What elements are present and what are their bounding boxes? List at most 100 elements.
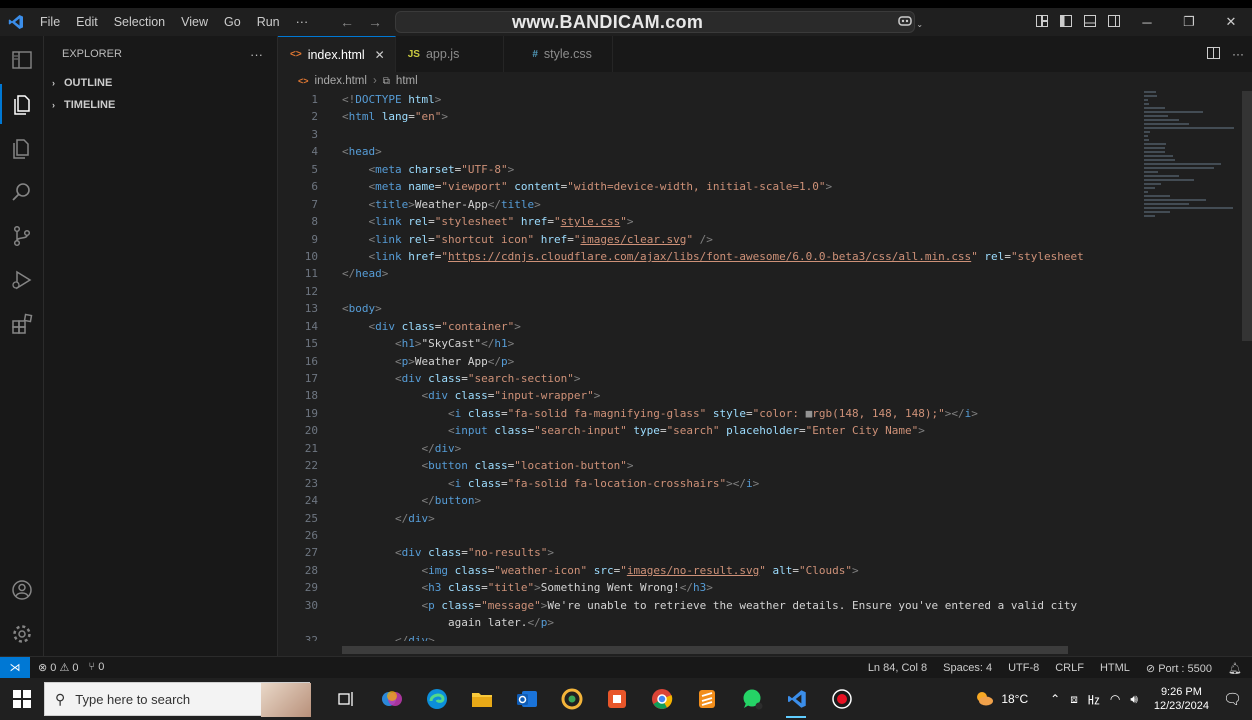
task-view-icon[interactable] xyxy=(324,678,369,720)
back-arrow-icon[interactable]: ← xyxy=(340,14,354,30)
vertical-scrollbar[interactable] xyxy=(1242,91,1252,341)
code-line[interactable]: 22 <button class="location-button"> xyxy=(278,457,1138,474)
end-of-line[interactable]: CRLF xyxy=(1055,662,1084,674)
minimize-icon[interactable]: ─ xyxy=(1126,15,1168,30)
close-tab-icon[interactable]: ✕ xyxy=(375,48,385,62)
outline-section[interactable]: › OUTLINE xyxy=(44,72,277,94)
code-line[interactable]: 13 <body> xyxy=(278,300,1138,317)
whatsapp-icon[interactable] xyxy=(729,678,774,720)
toggle-panel-icon[interactable] xyxy=(1078,14,1102,30)
code-line[interactable]: 15 <h1>"SkyCast"</h1> xyxy=(278,335,1138,352)
customize-layout-icon[interactable] xyxy=(1030,14,1054,30)
code-line[interactable]: 2 <html lang="en"> xyxy=(278,108,1138,125)
volume-icon[interactable]: 🔊︎ xyxy=(1130,692,1138,707)
chevron-up-icon[interactable]: ⌃ xyxy=(1050,692,1060,706)
ports-indicator[interactable]: ⑂ 0 xyxy=(89,661,105,674)
cursor-position[interactable]: Ln 84, Col 8 xyxy=(868,662,927,674)
menu-selection[interactable]: Selection xyxy=(106,8,173,36)
notification-center-icon[interactable]: 🗨︎ xyxy=(1223,690,1242,708)
code-line[interactable]: 17 <div class="search-section"> xyxy=(278,370,1138,387)
code-line[interactable]: 19 <i class="fa-solid fa-magnifying-glas… xyxy=(278,405,1138,422)
sidebar-toggle-icon[interactable] xyxy=(0,40,44,80)
clock[interactable]: 9:26 PM 12/23/2024 xyxy=(1154,685,1209,713)
code-line[interactable]: 23 < i class="fa-solid fa-location-crossh… xyxy=(278,475,1138,492)
wifi-icon[interactable]: ◠ xyxy=(1110,692,1120,706)
code-editor[interactable]: 1 <!DOCTYPE html> 2 <html lang="en"> 3 4 <head… xyxy=(278,91,1138,641)
weather-icon[interactable] xyxy=(973,689,995,710)
code-line[interactable]: 1 <!DOCTYPE html> xyxy=(278,91,1138,108)
code-line[interactable]: 27 <div class="no-results"> xyxy=(278,544,1138,561)
code-line[interactable]: 14 <div class="container"> xyxy=(278,318,1138,335)
code-line[interactable]: 20 <input class="search-input" type="sea… xyxy=(278,422,1138,439)
forward-arrow-icon[interactable]: → xyxy=(368,14,382,30)
temperature[interactable]: 18°C xyxy=(1001,692,1028,706)
code-line[interactable]: 25 </div> xyxy=(278,510,1138,527)
settings-gear-icon[interactable] xyxy=(0,614,44,654)
menu-more[interactable]: ··· xyxy=(288,8,317,36)
file-explorer-icon[interactable] xyxy=(459,678,504,720)
minimap[interactable] xyxy=(1144,91,1240,217)
copilot-icon[interactable]: ⌄ xyxy=(890,15,930,30)
toggle-secondary-sidebar-icon[interactable] xyxy=(1102,14,1126,30)
code-line[interactable]: 6 <meta name="viewport" content="width=d… xyxy=(278,178,1138,195)
close-window-icon[interactable]: ✕ xyxy=(1210,14,1252,30)
menu-view[interactable]: View xyxy=(173,8,216,36)
code-line[interactable]: 10 <link href="https://cdnjs.cloudflare.… xyxy=(278,248,1138,265)
live-server-port[interactable]: ⊘ Port : 5500 xyxy=(1146,662,1212,675)
edge-browser-icon[interactable] xyxy=(414,678,459,720)
vscode-taskbar-icon[interactable] xyxy=(774,678,819,720)
code-line[interactable]: 11 </head> xyxy=(278,265,1138,282)
encoding[interactable]: UTF-8 xyxy=(1008,662,1039,674)
code-line[interactable]: 8 <link rel="stylesheet" href="style.css… xyxy=(278,213,1138,230)
network-icon[interactable]: ⧈ xyxy=(1070,692,1078,707)
more-actions-button[interactable]: ··· xyxy=(1232,47,1244,61)
menu-run[interactable]: Run xyxy=(249,8,288,36)
notifications-bell-icon[interactable]: 🔔︎ xyxy=(1228,662,1242,675)
language-mode[interactable]: HTML xyxy=(1100,662,1130,674)
explorer-more-button[interactable]: ··· xyxy=(250,47,263,62)
browser-app-icon[interactable] xyxy=(549,678,594,720)
run-debug-icon[interactable] xyxy=(0,260,44,300)
breadcrumb-element[interactable]: html xyxy=(396,75,418,87)
code-line[interactable]: 29 <h3 class="title">Something Went Wron… xyxy=(278,579,1138,596)
menu-edit[interactable]: Edit xyxy=(68,8,106,36)
code-line[interactable]: 4 <head> xyxy=(278,143,1138,160)
split-editor-icon[interactable] xyxy=(1207,46,1220,62)
tab-app-js[interactable]: JS app.js xyxy=(396,36,505,72)
horizontal-scrollbar[interactable] xyxy=(342,646,1068,654)
code-line[interactable]: 12 xyxy=(278,283,1138,300)
explorer-icon[interactable] xyxy=(0,84,44,124)
remote-indicator-icon[interactable]: ⋊ xyxy=(0,656,30,679)
windows-start-icon[interactable] xyxy=(0,678,44,720)
breadcrumb-file[interactable]: index.html xyxy=(315,75,367,87)
code-line[interactable]: 24 </button> xyxy=(278,492,1138,509)
code-line[interactable]: 3 xyxy=(278,126,1138,143)
source-control-icon[interactable] xyxy=(0,216,44,256)
extensions-icon[interactable] xyxy=(0,304,44,344)
sublime-app-icon[interactable] xyxy=(684,678,729,720)
search-icon[interactable] xyxy=(0,172,44,212)
menu-file[interactable]: File xyxy=(32,8,68,36)
code-line[interactable]: 7 <title>Weather-App</title> xyxy=(278,196,1138,213)
language-icon[interactable]: ㎐ xyxy=(1088,691,1100,708)
code-line[interactable]: 18 <div class="input-wrapper"> xyxy=(278,387,1138,404)
store-app-icon[interactable] xyxy=(594,678,639,720)
code-line[interactable]: 26 xyxy=(278,527,1138,544)
chrome-icon[interactable] xyxy=(639,678,684,720)
tab-style-css[interactable]: # style.css xyxy=(504,36,613,72)
code-line[interactable]: 32 </div> xyxy=(278,632,1138,641)
code-line[interactable]: 28 <img class="weather-icon" src="images… xyxy=(278,562,1138,579)
code-line[interactable]: 5 <meta charset="UTF-8"> xyxy=(278,161,1138,178)
account-icon[interactable] xyxy=(0,570,44,610)
taskbar-search-box[interactable]: ⚲ Type here to search xyxy=(44,682,311,717)
problems-indicator[interactable]: ⊗ 0 ⚠ 0 xyxy=(38,661,79,674)
indentation[interactable]: Spaces: 4 xyxy=(943,662,992,674)
files-icon[interactable] xyxy=(0,128,44,168)
code-line[interactable]: again later.</p> xyxy=(278,614,1138,631)
record-icon[interactable] xyxy=(819,678,864,720)
restore-icon[interactable]: ❐ xyxy=(1168,14,1210,30)
timeline-section[interactable]: › TIMELINE xyxy=(44,94,277,116)
code-line[interactable]: 16 <p>Weather App</p> xyxy=(278,353,1138,370)
copilot-app-icon[interactable] xyxy=(369,678,414,720)
code-line[interactable]: 9 <link rel="shortcut icon" href="images… xyxy=(278,231,1138,248)
